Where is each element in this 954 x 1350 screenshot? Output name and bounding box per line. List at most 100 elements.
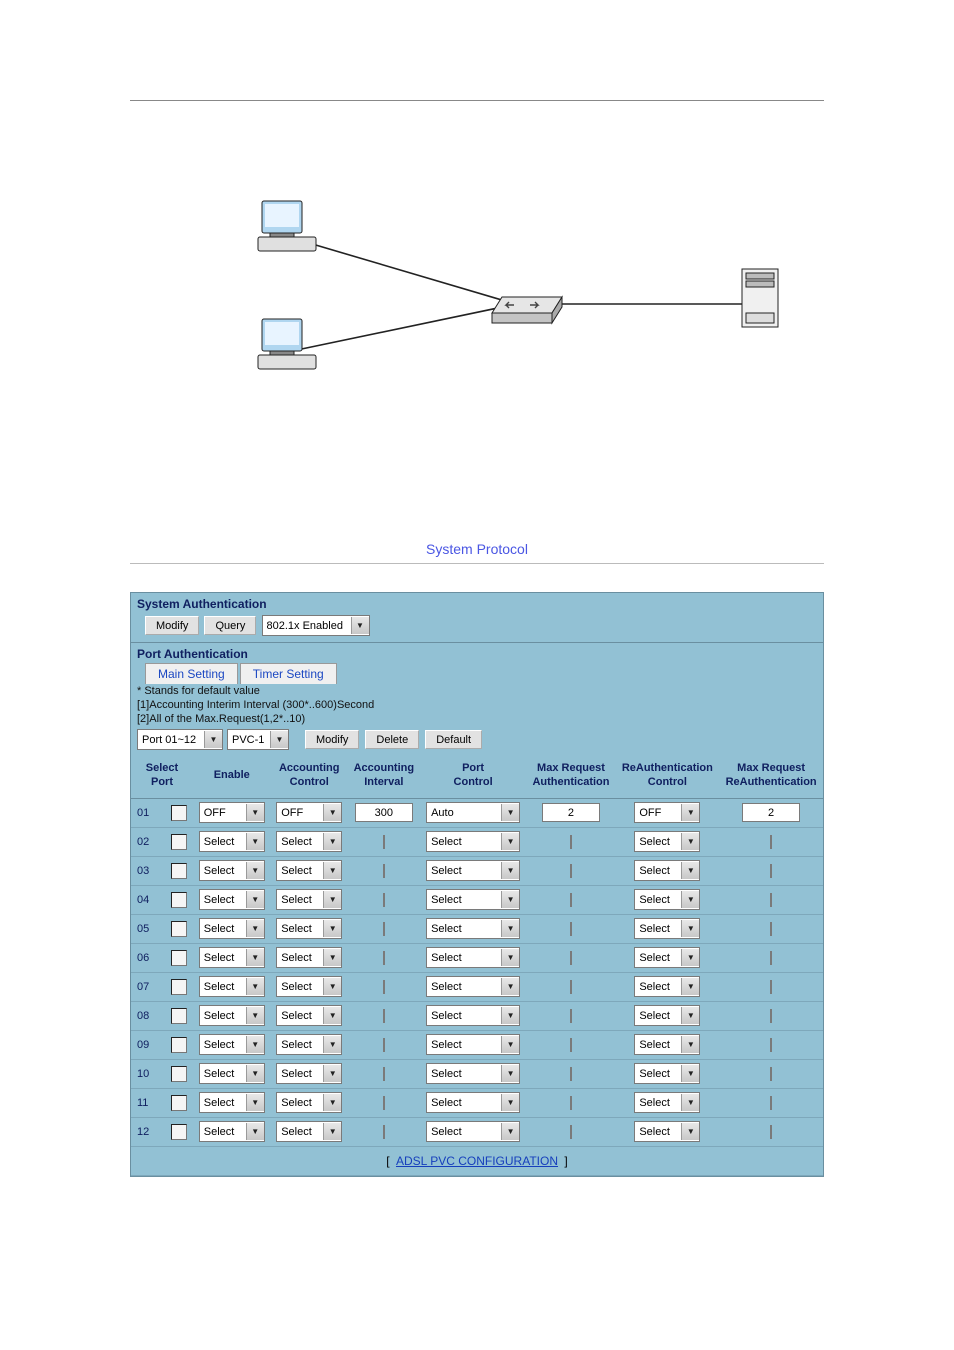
row-select[interactable]: OFF ▼ (276, 802, 342, 823)
row-select[interactable]: Select ▼ (199, 1034, 265, 1055)
row-select[interactable]: Select ▼ (426, 1005, 520, 1026)
row-select[interactable]: Select ▼ (634, 1034, 700, 1055)
row-select[interactable]: Select ▼ (426, 976, 520, 997)
row-checkbox[interactable] (171, 834, 187, 850)
row-input[interactable] (383, 1096, 385, 1110)
row-input[interactable] (770, 922, 772, 936)
row-select[interactable]: OFF ▼ (634, 802, 700, 823)
row-input[interactable] (770, 864, 772, 878)
row-select[interactable]: Select ▼ (199, 947, 265, 968)
row-input[interactable] (542, 803, 600, 822)
adsl-pvc-config-link[interactable]: ADSL PVC CONFIGURATION (396, 1154, 558, 1168)
row-select[interactable]: Select ▼ (199, 1121, 265, 1142)
row-select[interactable]: Select ▼ (426, 1063, 520, 1084)
row-checkbox[interactable] (171, 979, 187, 995)
row-select[interactable]: Select ▼ (199, 889, 265, 910)
row-input[interactable] (570, 1067, 572, 1081)
row-checkbox[interactable] (171, 921, 187, 937)
row-checkbox[interactable] (171, 950, 187, 966)
row-input[interactable] (770, 951, 772, 965)
row-select[interactable]: Select ▼ (199, 1092, 265, 1113)
row-select[interactable]: Select ▼ (634, 831, 700, 852)
row-input[interactable] (383, 1038, 385, 1052)
row-checkbox[interactable] (171, 805, 187, 821)
row-select[interactable]: Select ▼ (426, 918, 520, 939)
port-default-button[interactable]: Default (425, 730, 482, 749)
row-input[interactable] (383, 951, 385, 965)
row-select[interactable]: Select ▼ (276, 1034, 342, 1055)
row-select[interactable]: Select ▼ (426, 1092, 520, 1113)
row-select[interactable]: Select ▼ (634, 1121, 700, 1142)
row-select[interactable]: Select ▼ (199, 976, 265, 997)
row-select[interactable]: Select ▼ (634, 860, 700, 881)
row-select[interactable]: Select ▼ (634, 976, 700, 997)
row-input[interactable] (355, 803, 413, 822)
row-select[interactable]: Select ▼ (276, 860, 342, 881)
row-input[interactable] (570, 951, 572, 965)
row-select[interactable]: Select ▼ (276, 976, 342, 997)
row-input[interactable] (570, 1009, 572, 1023)
row-input[interactable] (383, 1125, 385, 1139)
sysauth-query-button[interactable]: Query (204, 616, 256, 635)
row-input[interactable] (570, 1125, 572, 1139)
row-checkbox[interactable] (171, 1037, 187, 1053)
row-select[interactable]: Select ▼ (426, 831, 520, 852)
pvc-select[interactable]: PVC-1 ▼ (227, 729, 289, 750)
row-input[interactable] (770, 1067, 772, 1081)
row-input[interactable] (570, 980, 572, 994)
row-select[interactable]: Select ▼ (634, 1092, 700, 1113)
row-checkbox[interactable] (171, 892, 187, 908)
row-input[interactable] (570, 835, 572, 849)
row-select[interactable]: OFF ▼ (199, 802, 265, 823)
row-select[interactable]: Select ▼ (199, 831, 265, 852)
row-input[interactable] (570, 1038, 572, 1052)
port-range-select[interactable]: Port 01~12 ▼ (137, 729, 223, 750)
row-select[interactable]: Select ▼ (199, 860, 265, 881)
row-checkbox[interactable] (171, 1066, 187, 1082)
row-select[interactable]: Select ▼ (426, 860, 520, 881)
row-select[interactable]: Select ▼ (426, 1121, 520, 1142)
row-input[interactable] (383, 980, 385, 994)
row-input[interactable] (570, 864, 572, 878)
tab-main-setting[interactable]: Main Setting (145, 663, 238, 684)
row-input[interactable] (770, 1096, 772, 1110)
row-select[interactable]: Select ▼ (199, 1005, 265, 1026)
row-select[interactable]: Select ▼ (634, 947, 700, 968)
row-input[interactable] (770, 1125, 772, 1139)
row-input[interactable] (770, 980, 772, 994)
row-input[interactable] (383, 1067, 385, 1081)
row-input[interactable] (770, 835, 772, 849)
port-delete-button[interactable]: Delete (365, 730, 419, 749)
row-checkbox[interactable] (171, 1124, 187, 1140)
row-input[interactable] (770, 893, 772, 907)
row-input[interactable] (570, 893, 572, 907)
row-input[interactable] (770, 1038, 772, 1052)
row-select[interactable]: Select ▼ (276, 889, 342, 910)
row-select[interactable]: Select ▼ (634, 1063, 700, 1084)
row-select[interactable]: Select ▼ (276, 1063, 342, 1084)
row-select[interactable]: Select ▼ (426, 947, 520, 968)
row-select[interactable]: Select ▼ (276, 918, 342, 939)
row-select[interactable]: Select ▼ (276, 831, 342, 852)
row-select[interactable]: Select ▼ (276, 947, 342, 968)
row-select[interactable]: Select ▼ (634, 889, 700, 910)
row-input[interactable] (383, 922, 385, 936)
row-select[interactable]: Auto ▼ (426, 802, 520, 823)
row-select[interactable]: Select ▼ (276, 1005, 342, 1026)
row-select[interactable]: Select ▼ (276, 1121, 342, 1142)
row-input[interactable] (383, 835, 385, 849)
row-input[interactable] (742, 803, 800, 822)
row-select[interactable]: Select ▼ (276, 1092, 342, 1113)
sysauth-state-select[interactable]: 802.1x Enabled ▼ (262, 615, 370, 636)
row-input[interactable] (383, 864, 385, 878)
row-select[interactable]: Select ▼ (634, 1005, 700, 1026)
row-input[interactable] (383, 1009, 385, 1023)
row-select[interactable]: Select ▼ (199, 918, 265, 939)
port-modify-button[interactable]: Modify (305, 730, 359, 749)
row-input[interactable] (383, 893, 385, 907)
row-checkbox[interactable] (171, 863, 187, 879)
row-checkbox[interactable] (171, 1095, 187, 1111)
row-input[interactable] (570, 922, 572, 936)
row-select[interactable]: Select ▼ (426, 1034, 520, 1055)
row-input[interactable] (770, 1009, 772, 1023)
